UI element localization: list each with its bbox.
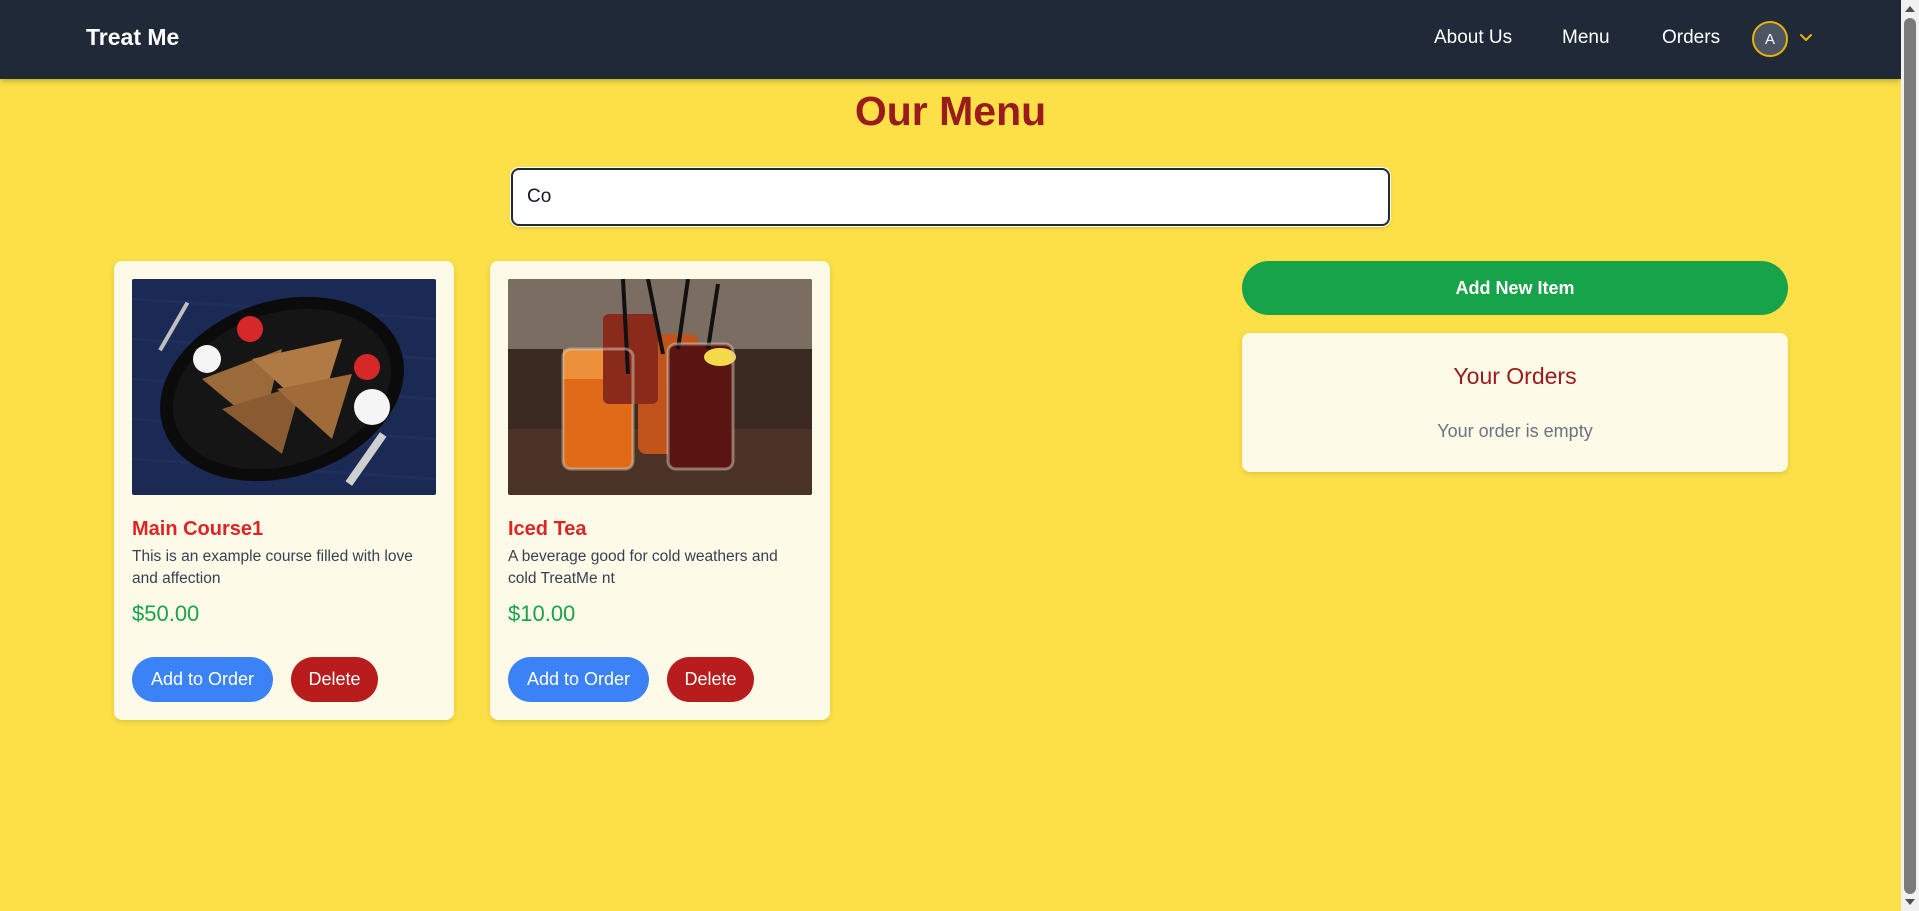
scroll-down-icon[interactable] [1905,899,1915,905]
scrollbar-thumb[interactable] [1904,18,1916,894]
delete-button[interactable]: Delete [667,657,754,702]
search-input[interactable] [511,168,1390,226]
orders-panel: Your Orders Your order is empty [1242,333,1788,472]
menu-item-name: Iced Tea [508,518,587,540]
orders-title: Your Orders [1453,363,1577,389]
chevron-down-icon[interactable] [1797,29,1815,47]
menu-item-price: $50.00 [132,601,200,626]
add-to-order-button[interactable]: Add to Order [132,657,273,702]
orders-empty-message: Your order is empty [1437,421,1593,441]
add-to-order-button[interactable]: Add to Order [508,657,649,702]
menu-item-image [132,279,436,495]
nav-menu[interactable]: Menu [1562,27,1610,49]
avatar[interactable]: A [1752,21,1788,57]
menu-item-name: Main Course1 [132,518,264,540]
delete-button[interactable]: Delete [291,657,378,702]
menu-item-description: This is an example course filled with lo… [132,548,413,587]
menu-item-image [508,279,812,495]
nav-orders[interactable]: Orders [1662,27,1720,49]
scroll-up-icon[interactable] [1905,6,1915,12]
add-new-item-button[interactable]: Add New Item [1242,261,1788,315]
menu-item-price: $10.00 [508,601,576,626]
page-title: Our Menu [854,88,1047,134]
nav-about-us[interactable]: About Us [1434,27,1512,49]
menu-item-card: Main Course1 This is an example course f… [114,261,454,720]
menu-item-card: Iced Tea A beverage good for cold weathe… [490,261,830,720]
top-navbar: Treat Me About Us Menu Orders A [0,0,1901,79]
menu-item-description: A beverage good for cold weathers and co… [508,548,778,587]
vertical-scrollbar[interactable] [1901,0,1919,911]
brand-logo[interactable]: Treat Me [86,24,179,51]
